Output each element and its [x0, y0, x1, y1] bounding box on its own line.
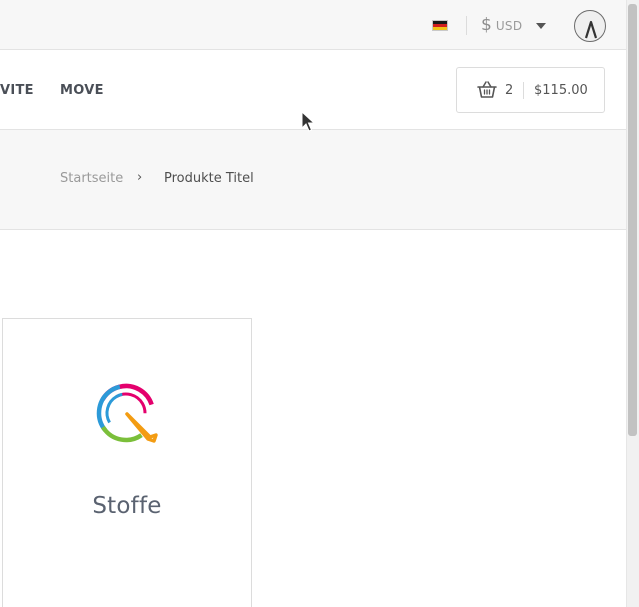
breadcrumb-home-link[interactable]: Startseite: [60, 171, 123, 186]
divider: [466, 16, 467, 35]
nav-item-vite[interactable]: VITE: [0, 83, 34, 98]
avatar[interactable]: [574, 10, 606, 42]
cart-total: $115.00: [534, 83, 588, 98]
mouse-cursor-icon: [301, 110, 316, 137]
currency-code: USD: [495, 19, 523, 33]
cart-count: 2: [505, 83, 514, 98]
product-title: Stoffe: [92, 493, 162, 519]
scrollbar-thumb[interactable]: [628, 4, 637, 436]
divider: [523, 82, 524, 99]
product-card[interactable]: Stoffe: [2, 318, 252, 607]
currency-symbol: $: [481, 15, 492, 35]
basket-icon: [477, 81, 497, 103]
chevron-down-icon[interactable]: [536, 23, 546, 29]
page: $ USD VITE MOVE 2 $115.00 Startseite › P…: [0, 0, 639, 607]
breadcrumb: Startseite › Produkte Titel: [0, 130, 626, 230]
breadcrumb-current: Produkte Titel: [164, 171, 254, 186]
breadcrumb-separator: ›: [137, 170, 143, 185]
top-bar: $ USD: [0, 0, 626, 50]
cart-button[interactable]: 2 $115.00: [456, 67, 605, 113]
currency-selector[interactable]: $ USD: [481, 15, 522, 35]
nav-item-move[interactable]: MOVE: [60, 83, 104, 98]
stoffe-logo-icon: [94, 381, 164, 449]
germany-flag-icon[interactable]: [432, 20, 448, 31]
